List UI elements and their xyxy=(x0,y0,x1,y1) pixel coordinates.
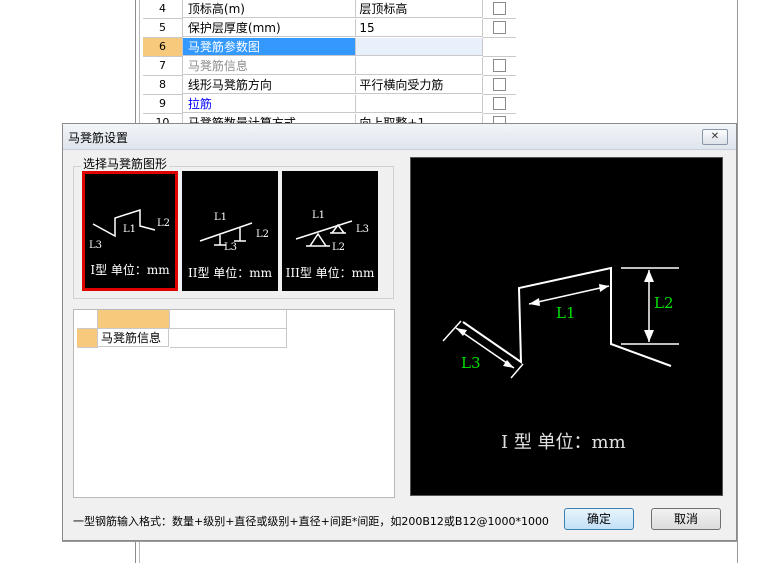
property-name: 马凳筋信息 xyxy=(182,57,357,75)
property-value[interactable] xyxy=(356,38,484,56)
close-button[interactable]: ✕ xyxy=(702,129,728,145)
preview-label-l1: L1 xyxy=(556,304,576,322)
property-name: 保护层厚度(mm) xyxy=(182,19,357,37)
row-number: 5 xyxy=(143,19,183,38)
property-value[interactable]: 15 xyxy=(356,19,484,37)
tile-caption: III型 单位：mm xyxy=(285,266,375,280)
property-value[interactable]: 平行横向受力筋 xyxy=(356,76,484,94)
row-number: 8 xyxy=(143,76,183,95)
row-number: 7 xyxy=(143,57,183,76)
property-checkbox-cell xyxy=(483,95,516,114)
property-row[interactable]: 5 保护层厚度(mm) 15 xyxy=(143,19,516,38)
shape-preview-canvas: L1 L2 L3 I 型 单位：mm xyxy=(410,157,723,496)
preview-label-l3: L3 xyxy=(461,354,481,372)
tile-label-l3: L3 xyxy=(224,242,237,253)
rebar-chair-dialog: 马凳筋设置 ✕ 选择马凳筋图形 L3 L1 L2 I型 单位：mm L1 L2 … xyxy=(62,123,737,541)
preview-caption: I 型 单位：mm xyxy=(501,432,626,453)
tile-label-l3: L3 xyxy=(89,240,102,251)
property-checkbox-cell xyxy=(483,19,516,38)
property-name: 马凳筋参数图 xyxy=(182,38,357,56)
tile-caption: II型 单位：mm xyxy=(187,266,273,280)
checkbox[interactable] xyxy=(493,97,507,110)
property-row[interactable]: 9 拉筋 xyxy=(143,95,516,114)
property-row[interactable]: 8 线形马凳筋方向 平行横向受力筋 xyxy=(143,76,516,95)
row-number: 6 xyxy=(143,38,183,57)
grid-cell-value[interactable] xyxy=(170,329,287,348)
input-format-hint: 一型钢筋输入格式：数量+级别+直径或级别+直径+间距*间距，如200B12或B1… xyxy=(73,515,549,528)
shape-tile-type-3[interactable]: L1 L2 L3 III型 单位：mm xyxy=(282,171,378,291)
grid-column-header xyxy=(98,310,170,329)
property-row-selected[interactable]: 6 马凳筋参数图 xyxy=(143,38,516,57)
property-row[interactable]: 4 顶标高(m) 层顶标高 xyxy=(143,0,516,19)
tile-label-l2: L2 xyxy=(332,242,345,253)
grid-column-header xyxy=(170,310,287,329)
shape-group-label: 选择马凳筋图形 xyxy=(81,155,170,172)
checkbox[interactable] xyxy=(493,21,507,34)
row-number: 9 xyxy=(143,95,183,114)
property-value[interactable] xyxy=(356,57,484,75)
property-checkbox-cell xyxy=(483,38,516,57)
close-icon: ✕ xyxy=(710,131,720,142)
grid-corner-header xyxy=(77,310,98,329)
checkbox[interactable] xyxy=(493,2,507,15)
preview-label-l2: L2 xyxy=(654,294,674,312)
cancel-button[interactable]: 取消 xyxy=(651,508,721,530)
row-number: 4 xyxy=(143,0,183,19)
property-row[interactable]: 7 马凳筋信息 xyxy=(143,57,516,76)
property-checkbox-cell xyxy=(483,57,516,76)
checkbox[interactable] xyxy=(493,59,507,72)
tile-caption: I型 单位：mm xyxy=(90,263,170,277)
dialog-title: 马凳筋设置 xyxy=(68,131,129,145)
shape-tile-type-2[interactable]: L1 L2 L3 II型 单位：mm xyxy=(182,171,278,291)
tile-label-l2: L2 xyxy=(157,218,170,229)
property-checkbox-cell xyxy=(483,0,516,19)
property-name: 线形马凳筋方向 xyxy=(182,76,357,94)
property-name-link[interactable]: 拉筋 xyxy=(182,95,357,113)
tile-label-l2: L2 xyxy=(256,229,269,240)
property-value[interactable]: 层顶标高 xyxy=(356,0,484,18)
shape-tile-type-1[interactable]: L3 L1 L2 I型 单位：mm xyxy=(82,171,178,291)
sheet-border-right xyxy=(737,0,738,563)
tile-label-l1: L1 xyxy=(214,212,227,223)
grid-cell-name: 马凳筋信息 xyxy=(98,329,169,347)
type-1-preview-drawing: L1 L2 L3 I 型 单位：mm xyxy=(442,266,679,453)
ok-button[interactable]: 确定 xyxy=(564,508,634,530)
property-value[interactable] xyxy=(356,95,484,113)
tile-label-l3: L3 xyxy=(356,224,369,235)
dialog-titlebar[interactable]: 马凳筋设置 ✕ xyxy=(63,124,736,150)
tile-label-l1: L1 xyxy=(312,210,325,221)
grid-row-header[interactable] xyxy=(77,329,98,348)
sheet-bottom-border xyxy=(62,541,738,542)
property-name: 顶标高(m) xyxy=(182,0,357,18)
checkbox[interactable] xyxy=(493,78,507,91)
rebar-info-grid: 马凳筋信息 xyxy=(73,309,395,498)
tile-label-l1: L1 xyxy=(123,224,136,235)
property-checkbox-cell xyxy=(483,76,516,95)
